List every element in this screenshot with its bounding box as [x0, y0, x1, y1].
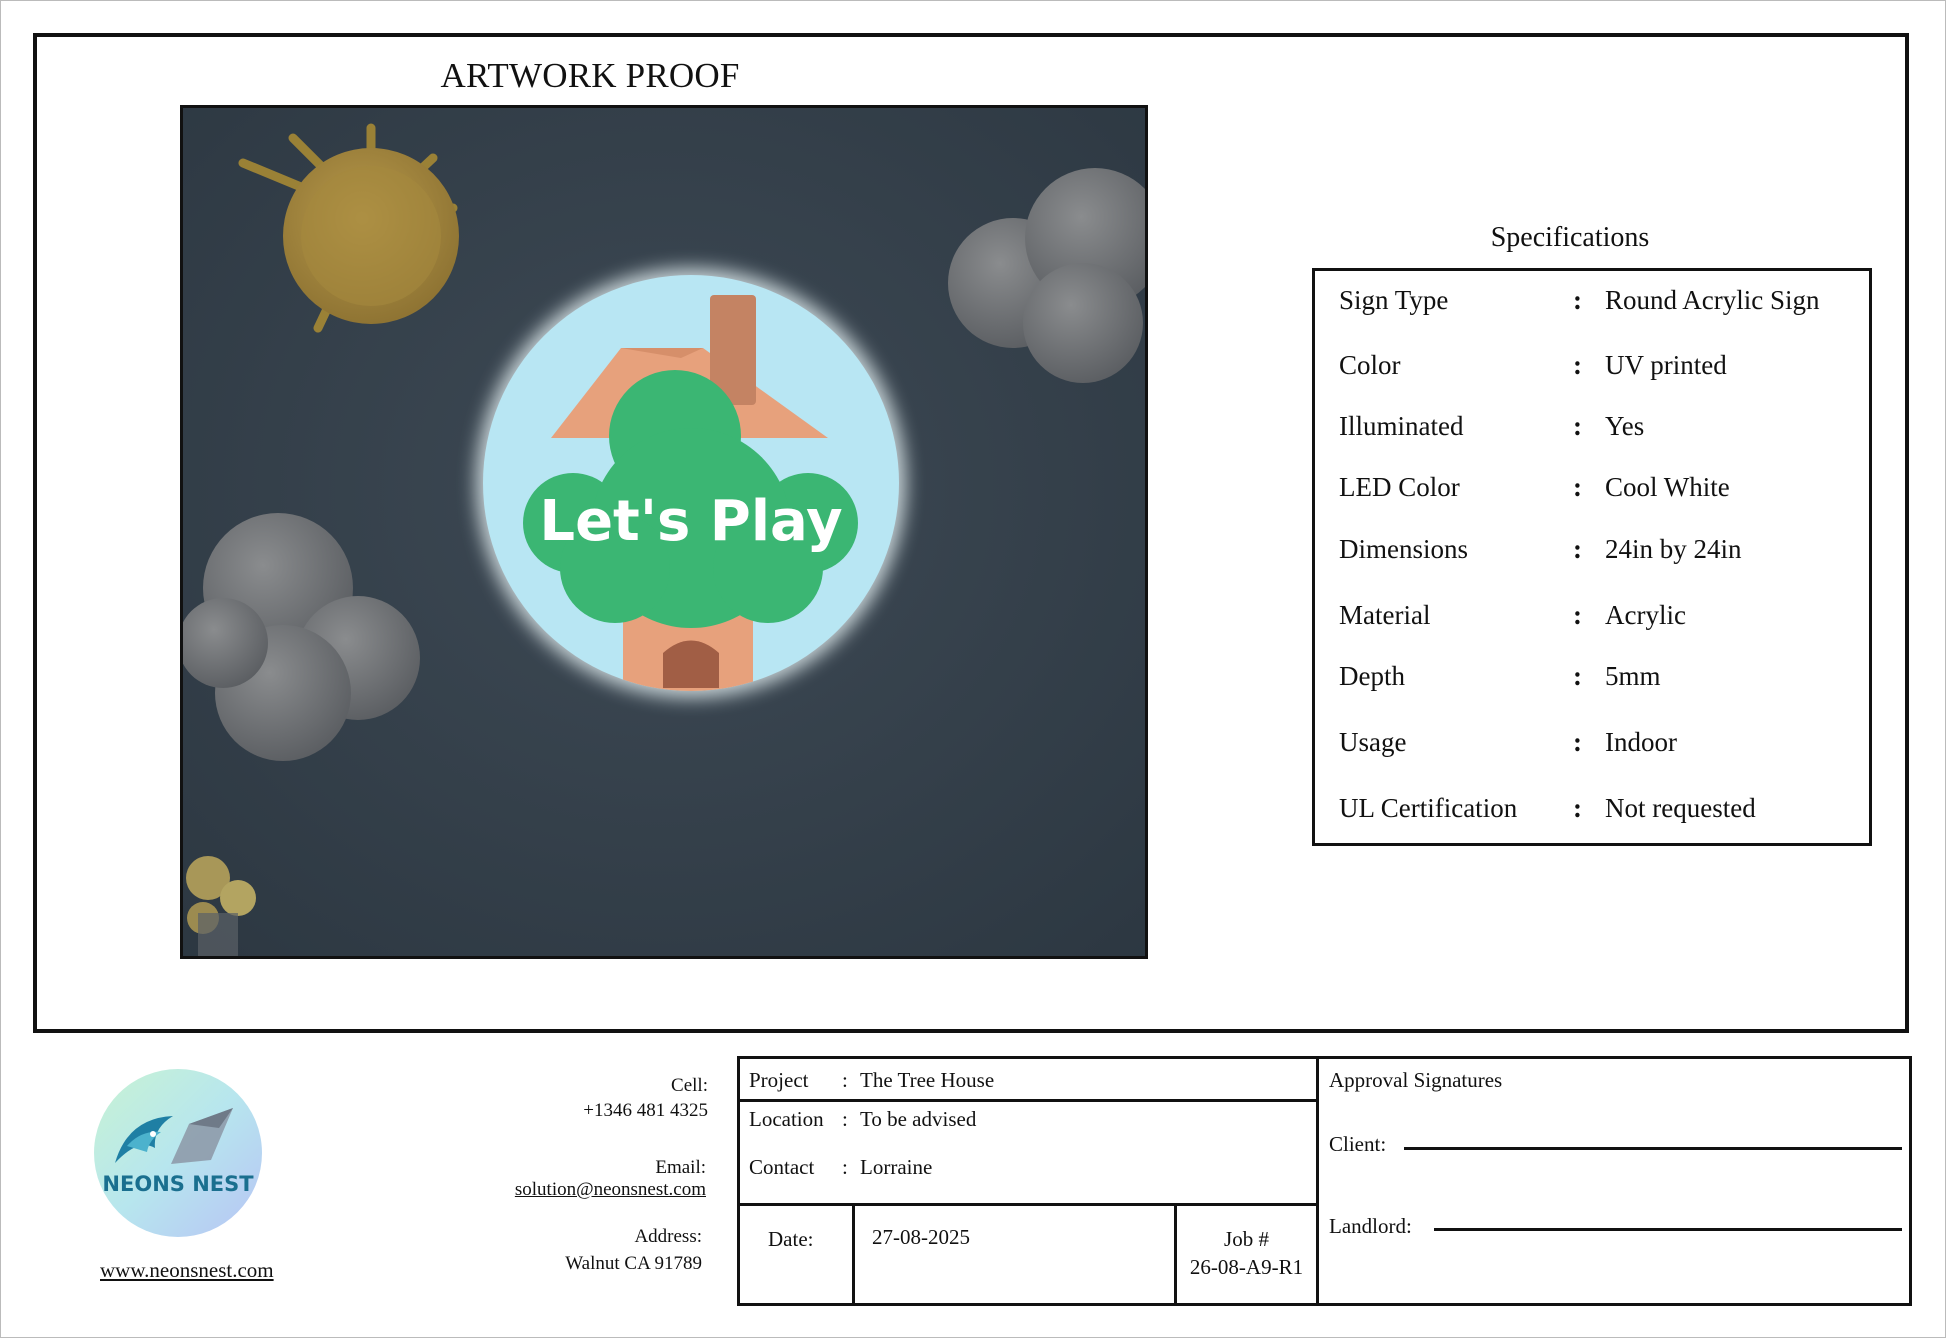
spec-value: Yes — [1605, 411, 1645, 441]
specifications-title: Specifications — [1490, 222, 1650, 253]
spec-value: Indoor — [1605, 727, 1677, 757]
location-colon: : — [842, 1107, 848, 1131]
contact-colon: : — [842, 1155, 848, 1179]
date-value: 27-08-2025 — [872, 1225, 970, 1249]
spec-value: Acrylic — [1605, 600, 1686, 630]
table-divider — [852, 1203, 855, 1303]
project-colon: : — [842, 1068, 848, 1092]
location-value: To be advised — [860, 1107, 977, 1131]
email-label: Email: — [655, 1157, 706, 1178]
spec-colon: : — [1573, 411, 1582, 441]
email-link[interactable]: solution@neonsnest.com — [440, 1179, 706, 1201]
table-divider — [740, 1099, 1316, 1102]
contact-label: Contact — [749, 1155, 815, 1179]
spec-colon: : — [1573, 350, 1582, 380]
address-value: Walnut CA 91789 — [565, 1253, 702, 1274]
job-number: 26-08-A9-R1 — [1189, 1255, 1304, 1279]
project-name: The Tree House — [860, 1068, 995, 1092]
logo-badge: NEONS NEST — [94, 1069, 262, 1237]
spec-colon: : — [1573, 534, 1582, 564]
spec-colon: : — [1573, 600, 1582, 630]
spec-colon: : — [1573, 727, 1582, 757]
spec-colon: : — [1573, 472, 1582, 502]
specifications-table: Sign Type : Round Acrylic Sign Color : U… — [1312, 268, 1872, 846]
proof-title: ARTWORK PROOF — [440, 56, 740, 95]
website-link[interactable]: www.neonsnest.com — [100, 1258, 274, 1283]
spec-label: LED Color — [1339, 472, 1460, 502]
project-label: Project — [749, 1068, 809, 1092]
spec-row-illuminated: Illuminated : Yes — [1315, 411, 1869, 451]
spec-row-depth: Depth : 5mm — [1315, 661, 1869, 701]
spec-row-material: Material : Acrylic — [1315, 600, 1869, 640]
spec-colon: : — [1573, 793, 1582, 823]
table-divider — [1316, 1059, 1319, 1303]
spec-label: Usage — [1339, 727, 1407, 757]
landlord-signature-line[interactable] — [1434, 1228, 1902, 1231]
spec-row-dimensions: Dimensions : 24in by 24in — [1315, 534, 1869, 574]
spec-value: UV printed — [1605, 350, 1727, 380]
cell-number: +1346 481 4325 — [583, 1100, 708, 1121]
landlord-label: Landlord: — [1329, 1214, 1412, 1238]
spec-row-color: Color : UV printed — [1315, 350, 1869, 390]
job-label: Job # — [1224, 1227, 1269, 1251]
spec-colon: : — [1573, 661, 1582, 691]
spec-value: Not requested — [1605, 793, 1756, 823]
address-label: Address: — [634, 1226, 702, 1247]
sign-text: Let's Play — [539, 489, 842, 554]
neons-nest-logo: NEONS NEST — [93, 1068, 263, 1238]
artwork-mockup: Let's Play — [180, 105, 1148, 959]
spec-label: Depth — [1339, 661, 1405, 691]
spec-label: Dimensions — [1339, 534, 1469, 564]
client-label: Client: — [1329, 1132, 1387, 1156]
logo-text: NEONS NEST — [102, 1172, 254, 1196]
spec-colon: : — [1573, 285, 1582, 315]
spec-row-led-color: LED Color : Cool White — [1315, 472, 1869, 512]
spec-row-sign-type: Sign Type : Round Acrylic Sign — [1315, 285, 1869, 325]
spec-label: Material — [1339, 600, 1431, 630]
spec-label: Color — [1339, 350, 1401, 380]
client-signature-line[interactable] — [1404, 1147, 1902, 1150]
spec-value: 5mm — [1605, 661, 1661, 691]
spec-label: UL Certification — [1339, 793, 1518, 823]
spec-value: Cool White — [1605, 472, 1730, 502]
date-label: Date: — [768, 1227, 814, 1251]
approval-title: Approval Signatures — [1329, 1068, 1503, 1092]
contact-value: Lorraine — [860, 1155, 933, 1179]
project-info-table: Project : The Tree House Location : To b… — [737, 1056, 1912, 1306]
mockup-scene: Let's Play — [183, 108, 1145, 956]
cell-label: Cell: — [671, 1075, 708, 1096]
spec-value: 24in by 24in — [1605, 534, 1742, 564]
spec-value: Round Acrylic Sign — [1605, 285, 1820, 315]
spec-label: Sign Type — [1339, 285, 1449, 315]
location-label: Location — [749, 1107, 824, 1131]
spec-label: Illuminated — [1339, 411, 1464, 441]
table-divider — [740, 1203, 1316, 1206]
spec-row-ul-certification: UL Certification : Not requested — [1315, 793, 1869, 833]
table-divider — [1174, 1203, 1177, 1303]
spec-row-usage: Usage : Indoor — [1315, 727, 1869, 767]
